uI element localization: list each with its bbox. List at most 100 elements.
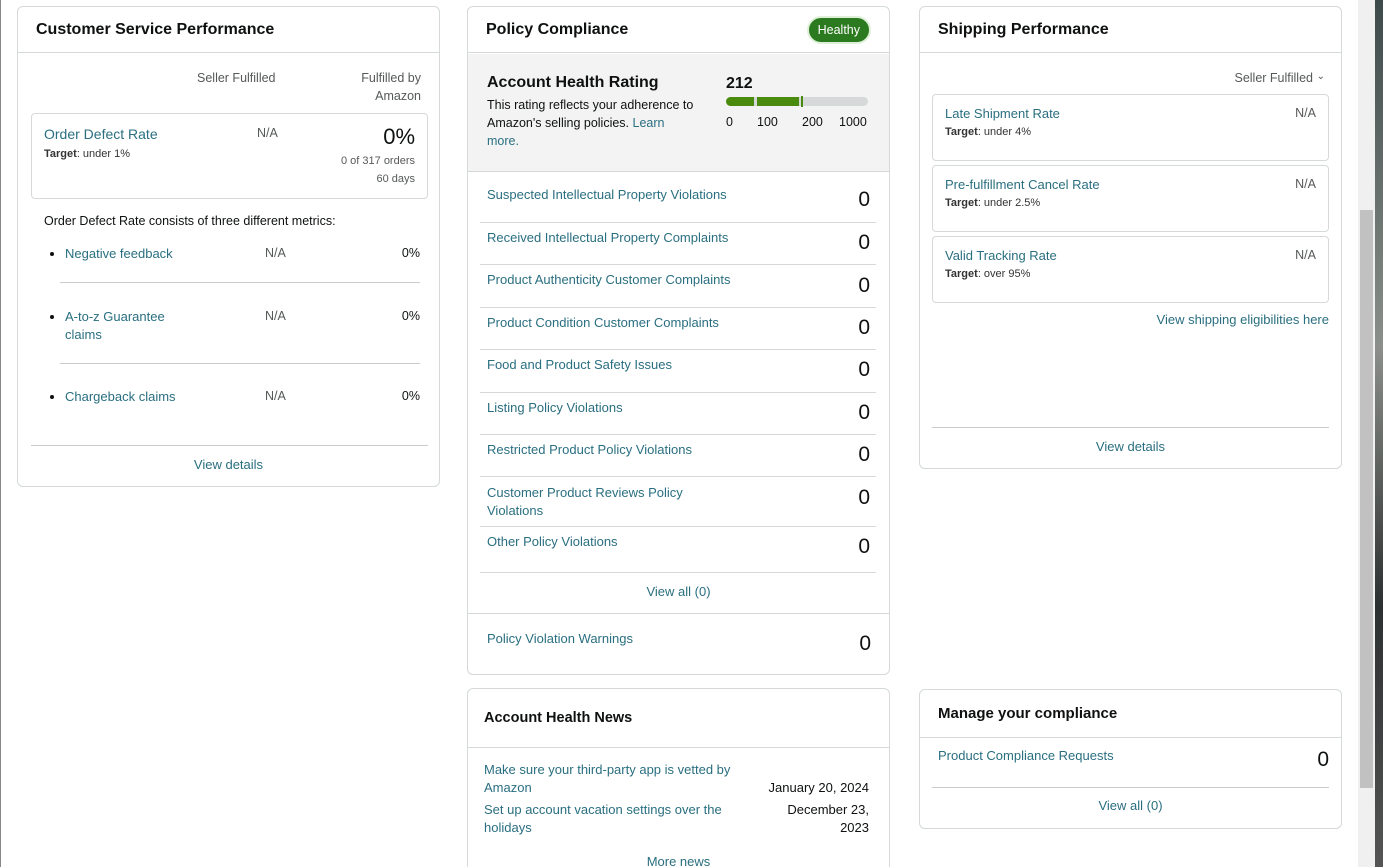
csp-view-details-link[interactable]: View details [18,457,439,472]
divider [468,613,889,614]
learn-more-link-2[interactable]: more. [487,134,519,148]
ahr-scale-200: 200 [802,115,823,129]
order-defect-rate-box: Order Defect Rate Target: under 1% N/A 0… [31,113,428,199]
authenticity-complaints-link[interactable]: Product Authenticity Customer Complaints [487,271,747,289]
chargeback-amazon: 0% [401,389,420,403]
food-safety-issues-link[interactable]: Food and Product Safety Issues [487,356,747,374]
condition-complaints-link[interactable]: Product Condition Customer Complaints [487,314,747,332]
account-health-news-card: Account Health News Make sure your third… [467,688,890,867]
ahr-desc-1: This rating reflects your adherence to [487,98,694,112]
atoz-claims-link-2[interactable]: claims [65,327,102,342]
news-title: Account Health News [484,710,633,726]
valid-tracking-target: Target: over 95% [945,268,1030,280]
atoz-amazon: 0% [401,309,420,323]
pc-title: Policy Compliance [486,20,629,38]
pc-row-restricted-product: Restricted Product Policy Violations 0 [480,435,876,477]
valid-tracking-value: N/A [1295,248,1316,262]
odr-target-label: Target [44,148,77,160]
late-shipment-rate-box: Late Shipment Rate Target: under 4% N/A [932,94,1329,161]
chargeback-claims-link[interactable]: Chargeback claims [65,389,176,404]
col-seller-fulfilled: Seller Fulfilled [197,71,276,85]
valid-tracking-rate-box: Valid Tracking Rate Target: over 95% N/A [932,236,1329,303]
news-item-1-link-2[interactable]: Amazon [484,780,532,795]
chevron-down-icon[interactable]: ⌄ [1317,71,1325,82]
account-health-rating-panel: Account Health Rating This rating reflec… [468,54,889,172]
odr-amazon-value: 0% [383,124,415,149]
pc-row-other-policy: Other Policy Violations 0 [480,527,876,573]
divider [60,282,420,283]
cancel-rate-box: Pre-fulfillment Cancel Rate Target: unde… [932,165,1329,232]
sp-title: Shipping Performance [938,20,1109,38]
pc-row-food-safety: Food and Product Safety Issues 0 [480,350,876,393]
news-item-2-link-1[interactable]: Set up account vacation settings over th… [484,802,722,817]
suspected-ip-violations-link[interactable]: Suspected Intellectual Property Violatio… [487,186,747,204]
cancel-rate-link[interactable]: Pre-fulfillment Cancel Rate [945,177,1100,192]
policy-violation-warnings-link[interactable]: Policy Violation Warnings [487,631,633,646]
valid-tracking-target-value: : over 95% [977,268,1031,280]
metric-row-negative-feedback: Negative feedback N/A 0% [44,246,420,266]
odr-target-value: : under 1% [76,148,131,160]
other-policy-violations-link[interactable]: Other Policy Violations [487,533,747,551]
product-compliance-requests-link[interactable]: Product Compliance Requests [938,748,1114,763]
sp-header: Shipping Performance [920,7,1341,53]
late-shipment-target-value: : under 4% [977,126,1032,138]
shipping-eligibilities-link[interactable]: View shipping eligibilities here [1157,312,1329,327]
listing-policy-violations-link[interactable]: Listing Policy Violations [487,399,747,417]
divider [932,427,1329,428]
customer-service-performance-card: Customer Service Performance Seller Fulf… [17,6,440,487]
sp-view-details-link[interactable]: View details [920,439,1341,454]
window-edge [0,0,1,867]
cancel-rate-value: N/A [1295,177,1316,191]
late-shipment-target: Target: under 4% [945,126,1031,138]
pc-view-all-link[interactable]: View all (0) [468,584,889,599]
late-shipment-value: N/A [1295,106,1316,120]
late-shipment-target-label: Target [945,126,978,138]
negative-feedback-seller: N/A [265,246,286,260]
pc-row-suspected-ip: Suspected Intellectual Property Violatio… [480,174,876,223]
received-ip-complaints-link[interactable]: Received Intellectual Property Complaint… [487,229,747,247]
reviews-policy-violations-count: 0 [858,486,870,509]
bullet [50,252,54,256]
valid-tracking-rate-link[interactable]: Valid Tracking Rate [945,248,1057,263]
ahr-scale-0: 0 [726,115,733,129]
ahr-bar-marker [801,96,803,107]
atoz-seller: N/A [265,309,286,323]
news-item-1-link-1[interactable]: Make sure your third-party app is vetted… [484,762,730,777]
chargeback-seller: N/A [265,389,286,403]
food-safety-issues-count: 0 [858,358,870,381]
reviews-policy-violations-link[interactable]: Customer Product Reviews Policy Violatio… [487,484,697,520]
divider [60,363,420,364]
news-item-2-link-2[interactable]: holidays [484,820,532,835]
news-header: Account Health News [468,689,889,748]
metric-row-atoz: A-to-z Guarantee claims N/A 0% [44,309,420,349]
ahr-bar [726,96,868,107]
ahr-desc-2-text: Amazon's selling policies. [487,116,630,130]
other-policy-violations-count: 0 [858,535,870,558]
late-shipment-rate-link[interactable]: Late Shipment Rate [945,106,1060,121]
ahr-bar-seg-2 [757,97,799,106]
account-health-page: Customer Service Performance Seller Fulf… [0,0,1383,867]
mc-view-all-link[interactable]: View all (0) [920,798,1341,813]
restricted-product-violations-link[interactable]: Restricted Product Policy Violations [487,441,747,459]
fulfillment-dropdown[interactable]: Seller Fulfilled [1234,71,1313,85]
scrollbar-thumb[interactable] [1360,210,1373,788]
valid-tracking-target-label: Target [945,268,978,280]
csp-title: Customer Service Performance [36,20,275,38]
news-item-1-date: January 20, 2024 [768,780,869,795]
odr-target: Target: under 1% [44,148,130,160]
vertical-scrollbar[interactable] [1358,0,1375,867]
negative-feedback-link[interactable]: Negative feedback [65,246,173,261]
divider [31,445,428,446]
listing-policy-violations-count: 0 [858,401,870,424]
ahr-bar-seg-1 [726,97,754,106]
odr-orders: 0 of 317 orders [341,155,415,167]
atoz-claims-link-1[interactable]: A-to-z Guarantee [65,309,165,324]
news-item-2-date-2: 2023 [840,820,869,835]
news-item-2-date-1: December 23, [787,802,869,817]
more-news-link[interactable]: More news [468,854,889,867]
learn-more-link[interactable]: Learn [633,116,665,130]
pc-row-reviews-policy: Customer Product Reviews Policy Violatio… [480,477,876,527]
odr-consists-text: Order Defect Rate consists of three diff… [44,214,336,228]
pc-row-received-ip: Received Intellectual Property Complaint… [480,223,876,265]
order-defect-rate-link[interactable]: Order Defect Rate [44,126,158,142]
